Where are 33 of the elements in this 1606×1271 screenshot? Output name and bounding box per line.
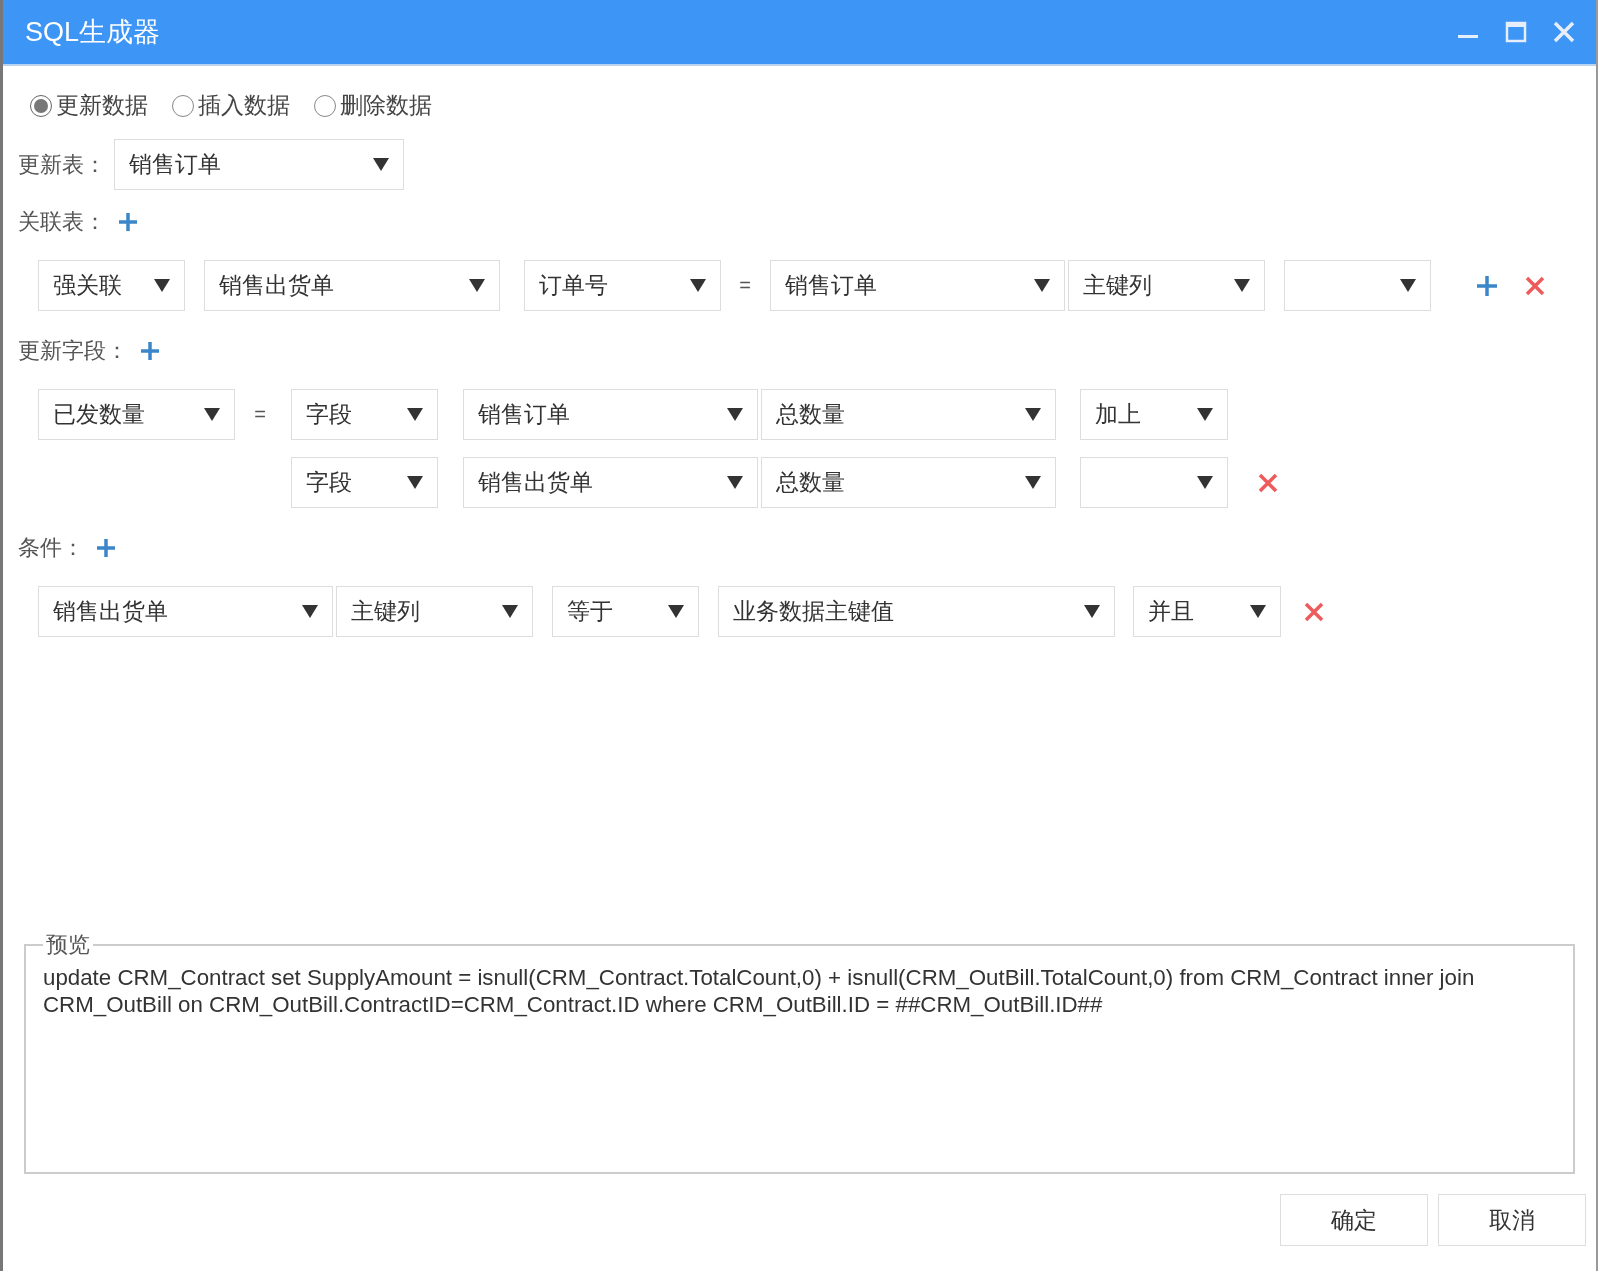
dropdown[interactable]: 已发数量 bbox=[38, 389, 235, 440]
dropdown[interactable]: 销售订单 bbox=[770, 260, 1065, 311]
dropdown[interactable]: 字段 bbox=[291, 457, 438, 508]
dropdown[interactable]: 业务数据主键值 bbox=[718, 586, 1115, 637]
window-title: SQL生成器 bbox=[25, 16, 162, 49]
preview-legend: 预览 bbox=[43, 930, 93, 960]
sql-preview-text: update CRM_Contract set SupplyAmount = isnull(CRM_Contract.TotalCount,0) + isnull(CRM_OutBill.TotalCount,0) from CRM_Contract inner join CRM_OutBill on CRM_OutBill.ContractID=CRM_Contract.ID where CRM_OutBill.ID = ##CRM_OutBill.ID## bbox=[43, 964, 1476, 1018]
dropdown[interactable]: 字段 bbox=[291, 389, 438, 440]
field-label: 更新表： bbox=[18, 150, 106, 179]
dropdown[interactable]: 销售出货单 bbox=[38, 586, 333, 637]
dropdown[interactable]: 销售出货单 bbox=[463, 457, 758, 508]
dropdown[interactable]: 主键列 bbox=[1068, 260, 1265, 311]
table-dropdown[interactable]: 销售订单 bbox=[114, 139, 404, 190]
dropdown[interactable]: 主键列 bbox=[336, 586, 533, 637]
radio-option[interactable]: 插入数据 bbox=[172, 90, 290, 121]
radio-option[interactable]: 更新数据 bbox=[30, 90, 148, 121]
dropdown[interactable]: 订单号 bbox=[524, 260, 721, 311]
dialog-button[interactable]: 确定 bbox=[1280, 1194, 1428, 1246]
dropdown[interactable]: 总数量 bbox=[761, 389, 1056, 440]
dropdown[interactable]: 总数量 bbox=[761, 457, 1056, 508]
dropdown[interactable]: 并且 bbox=[1133, 586, 1281, 637]
dropdown[interactable]: 加上 bbox=[1080, 389, 1228, 440]
equals-sign: = bbox=[738, 274, 752, 297]
section-label: 更新字段： bbox=[18, 337, 128, 365]
radio-option[interactable]: 删除数据 bbox=[314, 90, 432, 121]
dropdown[interactable]: 强关联 bbox=[38, 260, 185, 311]
dropdown[interactable]: 等于 bbox=[552, 586, 699, 637]
dialog-button[interactable]: 取消 bbox=[1438, 1194, 1586, 1246]
dropdown[interactable]: 销售出货单 bbox=[204, 260, 500, 311]
section-label: 条件： bbox=[18, 534, 84, 562]
section-label: 关联表： bbox=[18, 208, 106, 236]
dropdown[interactable]: 销售订单 bbox=[463, 389, 758, 440]
equals-sign: = bbox=[253, 403, 267, 426]
